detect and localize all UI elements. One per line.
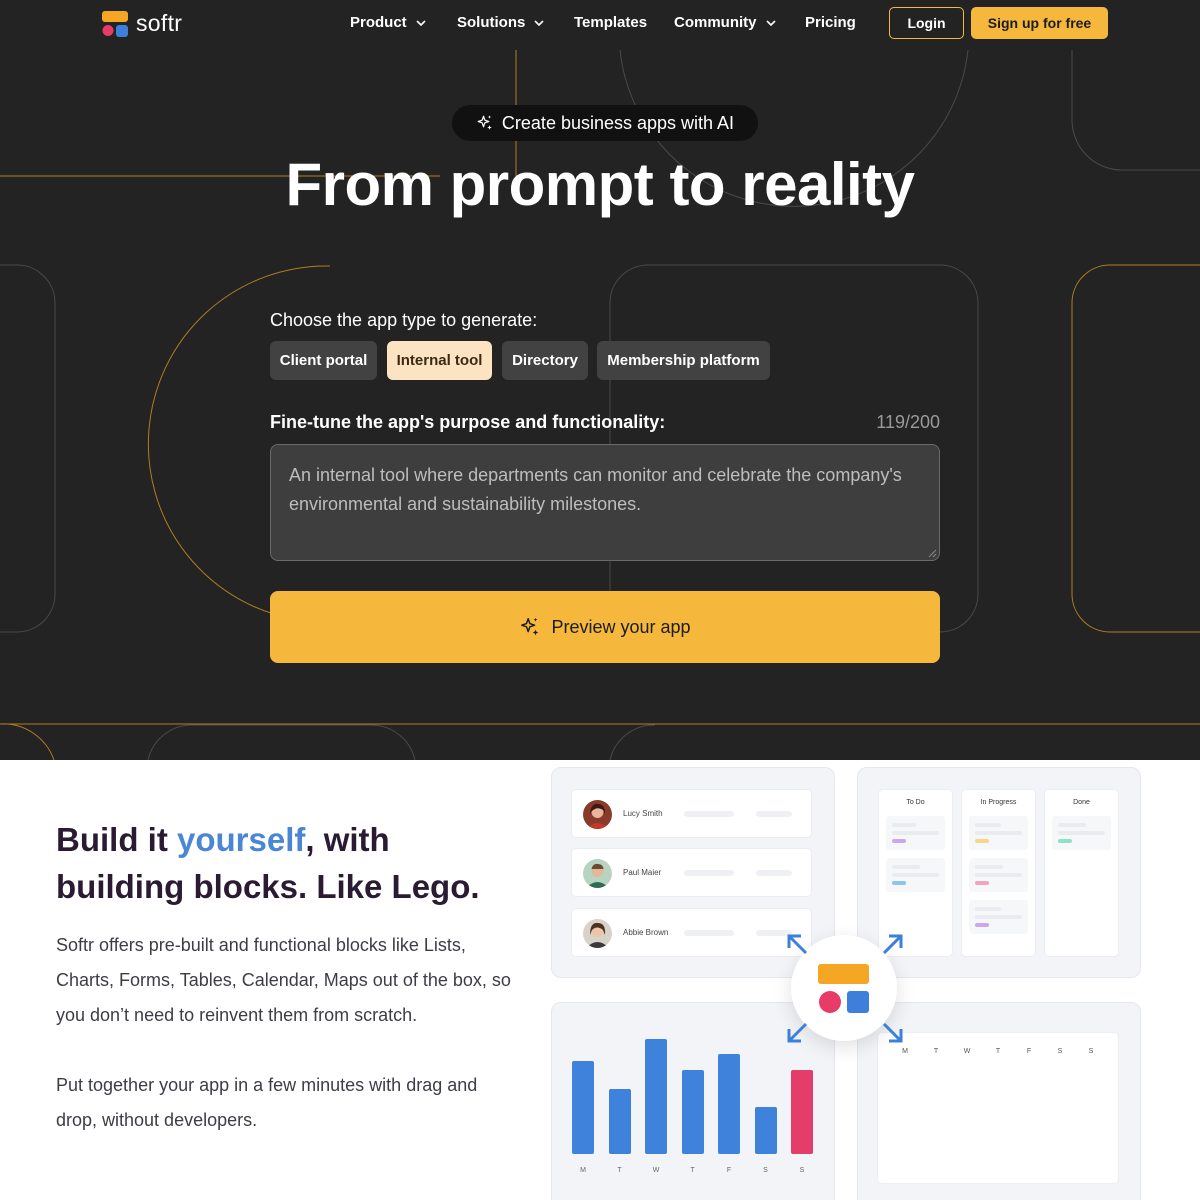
- calendar-weekday: F: [1026, 1048, 1032, 1055]
- placeholder-line: [684, 811, 734, 817]
- login-button[interactable]: Login: [889, 7, 964, 39]
- chart-bar: [645, 1039, 667, 1154]
- kanban-card: [1052, 816, 1111, 850]
- list-item-name: Paul Maier: [623, 868, 662, 877]
- hero-title: From prompt to reality: [285, 151, 915, 218]
- feature-paragraph-2: Put together your app in a few minutes w…: [56, 1075, 478, 1130]
- arrow-up-left-icon: [787, 934, 808, 955]
- calendar-weekday: W: [963, 1048, 971, 1055]
- kanban-column-done: Done: [1044, 789, 1119, 957]
- top-navigation: softr Product Solutions Templates Commun…: [0, 0, 1200, 46]
- preview-app-button[interactable]: Preview your app: [270, 591, 940, 663]
- chart-bar: [718, 1054, 740, 1154]
- kanban-card: [969, 900, 1028, 934]
- calendar-weekday: T: [933, 1048, 939, 1055]
- nav-solutions-label: Solutions: [457, 14, 526, 31]
- ai-badge-label: Create business apps with AI: [501, 112, 735, 133]
- list-item-name: Lucy Smith: [623, 809, 663, 818]
- chart-x-tick-label: W: [652, 1167, 660, 1174]
- placeholder-line: [756, 870, 792, 876]
- app-type-internal-tool[interactable]: Internal tool: [387, 341, 492, 380]
- chevron-down-icon: [765, 19, 776, 26]
- chart-x-tick-label: T: [617, 1167, 622, 1174]
- chart-x-tick-label: S: [799, 1167, 805, 1174]
- kanban-column-title: In Progress: [980, 799, 1017, 806]
- app-prompt-value: An internal tool where departments can m…: [289, 465, 902, 514]
- app-type-directory[interactable]: Directory: [502, 341, 588, 380]
- list-item: Abbie Brown: [571, 908, 812, 957]
- chart-bar: [681, 1070, 704, 1154]
- chart-x-tick-label: F: [726, 1167, 732, 1174]
- calendar-weekday: S: [1088, 1048, 1094, 1055]
- app-prompt-textarea[interactable]: An internal tool where departments can m…: [270, 444, 940, 561]
- placeholder-line: [684, 870, 734, 876]
- resize-handle-icon[interactable]: [928, 549, 937, 558]
- chart-x-tick-label: S: [763, 1167, 768, 1174]
- avatar: [583, 800, 612, 829]
- nav-community-label: Community: [674, 14, 757, 31]
- chart-x-tick-label: M: [580, 1167, 586, 1174]
- feature-paragraph-1: Softr offers pre-built and functional bl…: [56, 935, 511, 1025]
- list-item-name: Abbie Brown: [623, 928, 669, 937]
- calendar-weekday: T: [995, 1048, 1001, 1055]
- avatar: [583, 859, 612, 888]
- preview-app-label: Preview your app: [551, 616, 691, 637]
- arrow-down-left-icon: [787, 1022, 808, 1043]
- sparkles-icon: [521, 617, 539, 636]
- kanban-card: [969, 816, 1028, 850]
- feature-title-part1: Build it: [56, 821, 177, 858]
- finetune-label: Fine-tune the app's purpose and function…: [270, 412, 666, 432]
- nav-templates-label: Templates: [574, 14, 648, 31]
- chart-bar: [754, 1107, 777, 1154]
- nav-product[interactable]: Product: [350, 14, 426, 31]
- list-item: Paul Maier: [571, 848, 812, 897]
- kanban-column-title: To Do: [906, 799, 925, 806]
- placeholder-line: [756, 811, 792, 817]
- chart-bar: [572, 1061, 594, 1154]
- chart-x-tick-label: T: [690, 1167, 695, 1174]
- softr-logo-icon: [102, 10, 128, 37]
- feature-title: Build it yourself, with building blocks.…: [56, 816, 526, 910]
- kanban-card: [886, 858, 945, 892]
- chevron-down-icon: [416, 19, 426, 26]
- calendar-weekday: S: [1057, 1048, 1063, 1055]
- nav-solutions[interactable]: Solutions: [457, 14, 544, 31]
- softr-logo[interactable]: softr: [102, 10, 182, 37]
- ai-badge: Create business apps with AI: [452, 105, 758, 141]
- kanban-card: [886, 816, 945, 850]
- logo-text: softr: [136, 10, 183, 36]
- nav-templates[interactable]: Templates: [574, 14, 647, 31]
- sparkles-icon: [477, 115, 492, 130]
- arrow-down-right-icon: [882, 1022, 903, 1043]
- kanban-column-in-progress: In Progress: [961, 789, 1036, 957]
- chart-bar: [791, 1070, 813, 1154]
- nav-pricing[interactable]: Pricing: [805, 14, 856, 31]
- app-type-membership-platform[interactable]: Membership platform: [597, 341, 770, 380]
- calendar-weekday: M: [902, 1048, 908, 1055]
- app-type-client-portal[interactable]: Client portal: [270, 341, 377, 380]
- avatar: [583, 919, 612, 948]
- chart-bar: [608, 1089, 631, 1154]
- placeholder-line: [684, 930, 734, 936]
- signup-button[interactable]: Sign up for free: [971, 7, 1108, 39]
- kanban-column-title: Done: [1073, 799, 1090, 806]
- nav-product-label: Product: [350, 14, 407, 31]
- chevron-down-icon: [534, 19, 544, 26]
- arrow-up-right-icon: [882, 934, 903, 955]
- nav-pricing-label: Pricing: [805, 14, 856, 31]
- list-item: Lucy Smith: [571, 789, 812, 838]
- feature-title-highlight: yourself: [176, 821, 306, 858]
- character-counter: 119/200: [876, 412, 940, 432]
- app-type-label: Choose the app type to generate:: [270, 310, 538, 330]
- hero-section: softr Product Solutions Templates Commun…: [0, 0, 1200, 760]
- kanban-card: [969, 858, 1028, 892]
- nav-community[interactable]: Community: [674, 14, 776, 31]
